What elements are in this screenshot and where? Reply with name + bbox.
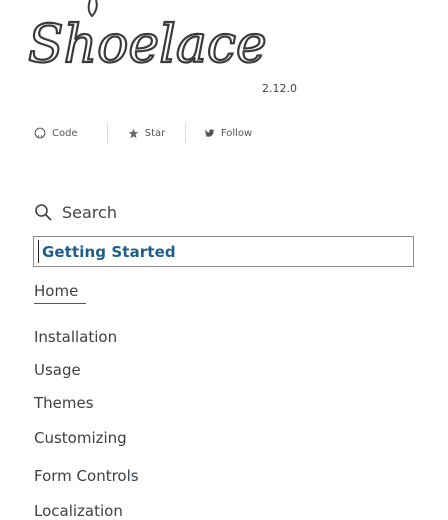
sidebar-item-customizing[interactable]: Customizing (34, 429, 127, 447)
search-label: Search (62, 202, 117, 222)
star-badge-label: Star (144, 127, 166, 139)
sidebar-item-localization[interactable]: Localization (34, 502, 123, 520)
sidebar-item-home[interactable]: Home (34, 282, 86, 304)
sidebar-item-label: Usage (34, 361, 81, 379)
twitter-icon (204, 128, 215, 138)
sidebar-item-label: Installation (34, 328, 118, 346)
sidebar-item-themes[interactable]: Themes (34, 394, 94, 412)
sidebar-item-label: Home (34, 282, 79, 300)
sidebar-item-label: Localization (34, 502, 123, 520)
star-icon (128, 128, 139, 139)
follow-badge-label: Follow (220, 127, 253, 139)
section-title: Getting Started (42, 242, 176, 261)
search-icon (34, 203, 52, 221)
social-badges: Code Star Follow (34, 123, 270, 143)
getting-started-section[interactable]: Getting Started (33, 236, 414, 267)
code-badge-label: Code (52, 127, 78, 139)
github-icon (34, 127, 46, 139)
sidebar-item-label: Customizing (34, 429, 127, 447)
text-cursor (38, 240, 39, 263)
sidebar-item-form-controls[interactable]: Form Controls (34, 467, 139, 485)
search-button[interactable]: Search (34, 200, 117, 224)
logo-flourish (87, 0, 98, 18)
follow-badge[interactable]: Follow (186, 123, 270, 143)
sidebar-item-label: Themes (34, 394, 94, 412)
sidebar-item-label: Form Controls (34, 467, 139, 485)
shoelace-logo: Shoelace (27, 0, 268, 76)
active-underline (34, 303, 86, 304)
star-badge[interactable]: Star (108, 123, 186, 143)
version-label: 2.12.0 (262, 82, 297, 95)
sidebar-item-installation[interactable]: Installation (34, 328, 117, 346)
sidebar-item-usage[interactable]: Usage (34, 361, 81, 379)
logo-wordmark: Shoelace (28, 15, 267, 75)
code-badge[interactable]: Code (34, 123, 108, 143)
